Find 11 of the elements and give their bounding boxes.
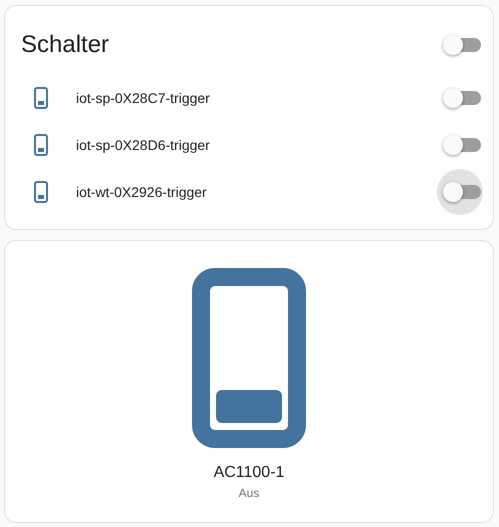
entity-name[interactable]: iot-wt-0X2926-trigger bbox=[76, 184, 437, 200]
entity-name[interactable]: iot-sp-0X28D6-trigger bbox=[76, 136, 437, 152]
phone-icon bbox=[34, 134, 48, 156]
toggle-switch[interactable] bbox=[437, 168, 483, 214]
entity-name: AC1100-1 bbox=[214, 464, 284, 482]
phone-icon bbox=[34, 180, 48, 202]
button-card[interactable]: AC1100-1 Aus bbox=[4, 240, 494, 523]
card-title: Schalter bbox=[21, 31, 110, 59]
phone-icon bbox=[34, 86, 48, 108]
entity-name[interactable]: iot-sp-0X28C7-trigger bbox=[76, 90, 437, 106]
entity-state: Aus bbox=[238, 486, 260, 500]
